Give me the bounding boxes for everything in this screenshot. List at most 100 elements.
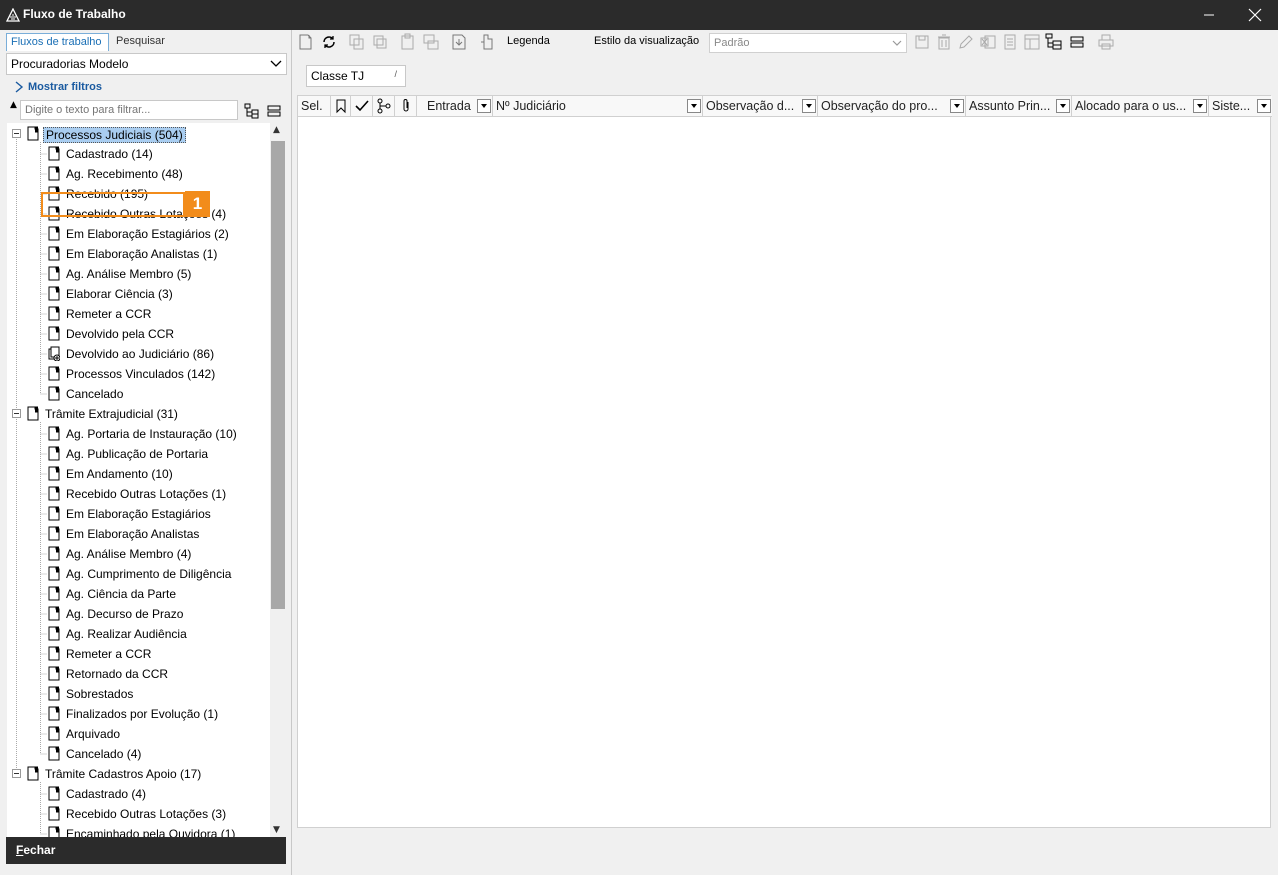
- collapse-node-icon[interactable]: [12, 769, 21, 778]
- tree-item[interactable]: Ag. Decurso de Prazo: [7, 604, 271, 624]
- tree-item[interactable]: Cadastrado (4): [7, 784, 271, 804]
- legend-icon[interactable]: [478, 33, 496, 51]
- column-filter-dropdown-icon[interactable]: [477, 99, 491, 113]
- tree-item[interactable]: Recebido Outras Lotações (1): [7, 484, 271, 504]
- column-entrada[interactable]: Entrada: [424, 96, 493, 117]
- column-filter-dropdown-icon[interactable]: [1056, 99, 1070, 113]
- tree-item[interactable]: Remeter a CCR: [7, 304, 271, 324]
- collapse-tree-icon[interactable]: [266, 103, 282, 119]
- column-observacao-do-pro[interactable]: Observação do pro...: [818, 96, 966, 117]
- column-flag[interactable]: [331, 96, 351, 117]
- refresh-icon[interactable]: [320, 33, 338, 51]
- column-sel[interactable]: Sel.: [298, 96, 331, 117]
- excel-icon[interactable]: [979, 33, 997, 51]
- tree-collapse-icon[interactable]: [1068, 33, 1086, 51]
- tab-pesquisar[interactable]: Pesquisar: [112, 33, 168, 51]
- model-select[interactable]: Procuradorias Modelo: [6, 53, 287, 75]
- tree-item[interactable]: Em Elaboração Estagiários (2): [7, 224, 271, 244]
- column-assunto-principal[interactable]: Assunto Prin...: [966, 96, 1072, 117]
- tree-item[interactable]: Em Andamento (10): [7, 464, 271, 484]
- tree-item-label: Remeter a CCR: [66, 647, 152, 661]
- column-attachment[interactable]: [395, 96, 417, 117]
- edit-icon[interactable]: [957, 33, 975, 51]
- column-flow[interactable]: [373, 96, 395, 117]
- workflow-document-icon: [48, 466, 60, 481]
- minimize-button[interactable]: [1186, 0, 1232, 30]
- tree-item[interactable]: Ag. Análise Membro (4): [7, 544, 271, 564]
- tree-item[interactable]: Finalizados por Evolução (1): [7, 704, 271, 724]
- copy-icon[interactable]: [348, 33, 366, 51]
- tree-group[interactable]: Processos Judiciais (504): [7, 124, 271, 144]
- scroll-up-icon[interactable]: ▲: [273, 125, 280, 135]
- column-filter-dropdown-icon[interactable]: [950, 99, 964, 113]
- expand-tree-icon[interactable]: [244, 103, 260, 119]
- tree-item[interactable]: Ag. Análise Membro (5): [7, 264, 271, 284]
- show-filters-link[interactable]: Mostrar filtros: [14, 81, 102, 93]
- column-observacao-d[interactable]: Observação d...: [703, 96, 818, 117]
- collapse-node-icon[interactable]: [12, 129, 21, 138]
- document-icon[interactable]: [1001, 33, 1019, 51]
- tree-item[interactable]: Ag. Cumprimento de Diligência: [7, 564, 271, 584]
- tree-item[interactable]: Ag. Publicação de Portaria: [7, 444, 271, 464]
- group-by-chip[interactable]: Classe TJ /: [306, 65, 406, 87]
- tree-item[interactable]: Sobrestados: [7, 684, 271, 704]
- tree-item[interactable]: Encaminhado pela Ouvidora (1): [7, 824, 271, 838]
- tree-item[interactable]: Cadastrado (14): [7, 144, 271, 164]
- collapse-up-icon[interactable]: ▲: [10, 100, 17, 110]
- tree-item[interactable]: Em Elaboração Analistas: [7, 524, 271, 544]
- view-style-select[interactable]: Padrão: [709, 33, 907, 53]
- duplicate-icon[interactable]: [371, 33, 389, 51]
- tree-item[interactable]: Elaborar Ciência (3): [7, 284, 271, 304]
- scroll-thumb[interactable]: [271, 141, 285, 609]
- delete-icon[interactable]: [935, 33, 953, 51]
- scroll-down-icon[interactable]: ▼: [273, 825, 280, 835]
- tree-item[interactable]: Em Elaboração Analistas (1): [7, 244, 271, 264]
- save-icon[interactable]: [913, 33, 931, 51]
- clipboard-icon[interactable]: [422, 33, 440, 51]
- tree-item[interactable]: Devolvido ao Judiciário (86): [7, 344, 271, 364]
- close-window-button[interactable]: [1232, 0, 1278, 30]
- column-sistema[interactable]: Siste...: [1209, 96, 1272, 117]
- columns-icon[interactable]: [1023, 33, 1041, 51]
- tree-filter-input[interactable]: [20, 100, 238, 120]
- paste-icon[interactable]: [399, 33, 417, 51]
- tree-scrollbar[interactable]: ▲ ▼: [270, 123, 286, 838]
- tree-item[interactable]: Processos Vinculados (142): [7, 364, 271, 384]
- tree-item[interactable]: Cancelado (4): [7, 744, 271, 764]
- tree-item-label: Ag. Análise Membro (5): [66, 267, 192, 281]
- tree-expand-icon[interactable]: [1045, 33, 1063, 51]
- tree-item[interactable]: Ag. Realizar Audiência: [7, 624, 271, 644]
- tree-item[interactable]: Cancelado: [7, 384, 271, 404]
- tree-group[interactable]: Trâmite Cadastros Apoio (17): [7, 764, 271, 784]
- export-icon[interactable]: [450, 33, 468, 51]
- tree-item-label: Cadastrado (4): [66, 787, 147, 801]
- column-filter-dropdown-icon[interactable]: [687, 99, 701, 113]
- tree-item[interactable]: Remeter a CCR: [7, 644, 271, 664]
- tree-item[interactable]: Arquivado: [7, 724, 271, 744]
- highlight-box: [41, 192, 185, 217]
- tree-item[interactable]: Ag. Portaria de Instauração (10): [7, 424, 271, 444]
- tree-item[interactable]: Recebido Outras Lotações (3): [7, 804, 271, 824]
- collapse-node-icon[interactable]: [12, 409, 21, 418]
- column-alocado-para[interactable]: Alocado para o us...: [1072, 96, 1209, 117]
- column-filter-dropdown-icon[interactable]: [1257, 99, 1271, 113]
- tab-fluxos-de-trabalho[interactable]: Fluxos de trabalho: [6, 33, 109, 51]
- tree-item[interactable]: Devolvido pela CCR: [7, 324, 271, 344]
- tree-item[interactable]: Retornado da CCR: [7, 664, 271, 684]
- workflow-document-icon: [48, 266, 60, 281]
- column-filter-dropdown-icon[interactable]: [802, 99, 816, 113]
- new-document-icon[interactable]: [297, 33, 315, 51]
- close-label: echar: [23, 843, 56, 857]
- checkmark-icon: [355, 100, 369, 112]
- tree-item[interactable]: Ag. Ciência da Parte: [7, 584, 271, 604]
- tree-item[interactable]: Ag. Recebimento (48): [7, 164, 271, 184]
- column-n-judiciario[interactable]: Nº Judiciário: [493, 96, 703, 117]
- close-button[interactable]: Fechar: [6, 837, 286, 864]
- workflow-document-icon: [48, 626, 60, 641]
- tree-item[interactable]: Em Elaboração Estagiários: [7, 504, 271, 524]
- column-filter-dropdown-icon[interactable]: [1193, 99, 1207, 113]
- column-check[interactable]: [351, 96, 373, 117]
- legend-button[interactable]: Legenda: [507, 35, 550, 47]
- print-icon[interactable]: [1097, 33, 1115, 51]
- tree-group[interactable]: Trâmite Extrajudicial (31): [7, 404, 271, 424]
